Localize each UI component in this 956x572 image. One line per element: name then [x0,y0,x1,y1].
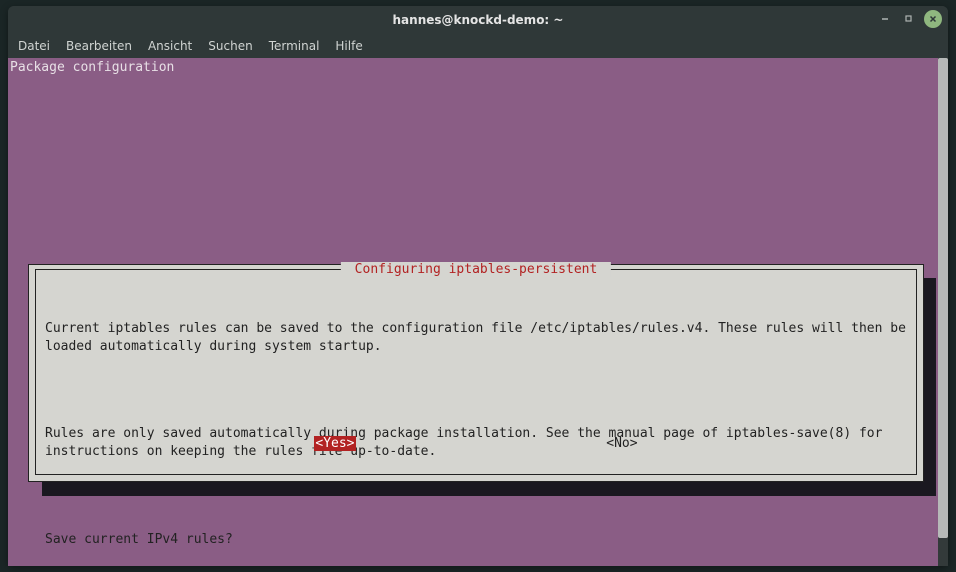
terminal-area[interactable]: Package configuration Configuring iptabl… [8,58,948,566]
window-controls [876,10,942,28]
minimize-button[interactable] [876,10,894,28]
dialog-question: Save current IPv4 rules? [45,531,907,549]
menu-file[interactable]: Datei [18,39,50,53]
titlebar[interactable]: hannes@knockd-demo: ~ [8,6,948,34]
menu-search[interactable]: Suchen [208,39,252,53]
dialog-body: Current iptables rules can be saved to t… [45,285,907,566]
menu-terminal[interactable]: Terminal [269,39,320,53]
no-button[interactable]: <No> [606,436,637,451]
package-config-header: Package configuration [10,60,174,75]
menubar: Datei Bearbeiten Ansicht Suchen Terminal… [8,34,948,58]
dialog-buttons: <Yes> <No> [29,436,923,451]
maximize-button[interactable] [900,10,918,28]
menu-help[interactable]: Hilfe [335,39,362,53]
window-title: hannes@knockd-demo: ~ [393,13,564,27]
menu-view[interactable]: Ansicht [148,39,192,53]
yes-button[interactable]: <Yes> [314,436,355,451]
close-button[interactable] [924,10,942,28]
terminal-window: hannes@knockd-demo: ~ Datei Bearbeiten A… [8,6,948,566]
debconf-dialog: Configuring iptables-persistent Current … [28,264,924,482]
scrollbar-thumb[interactable] [938,58,948,538]
menu-edit[interactable]: Bearbeiten [66,39,132,53]
scrollbar-track[interactable] [938,58,948,566]
dialog-title: Configuring iptables-persistent [341,262,611,277]
dialog-para1: Current iptables rules can be saved to t… [45,320,907,355]
